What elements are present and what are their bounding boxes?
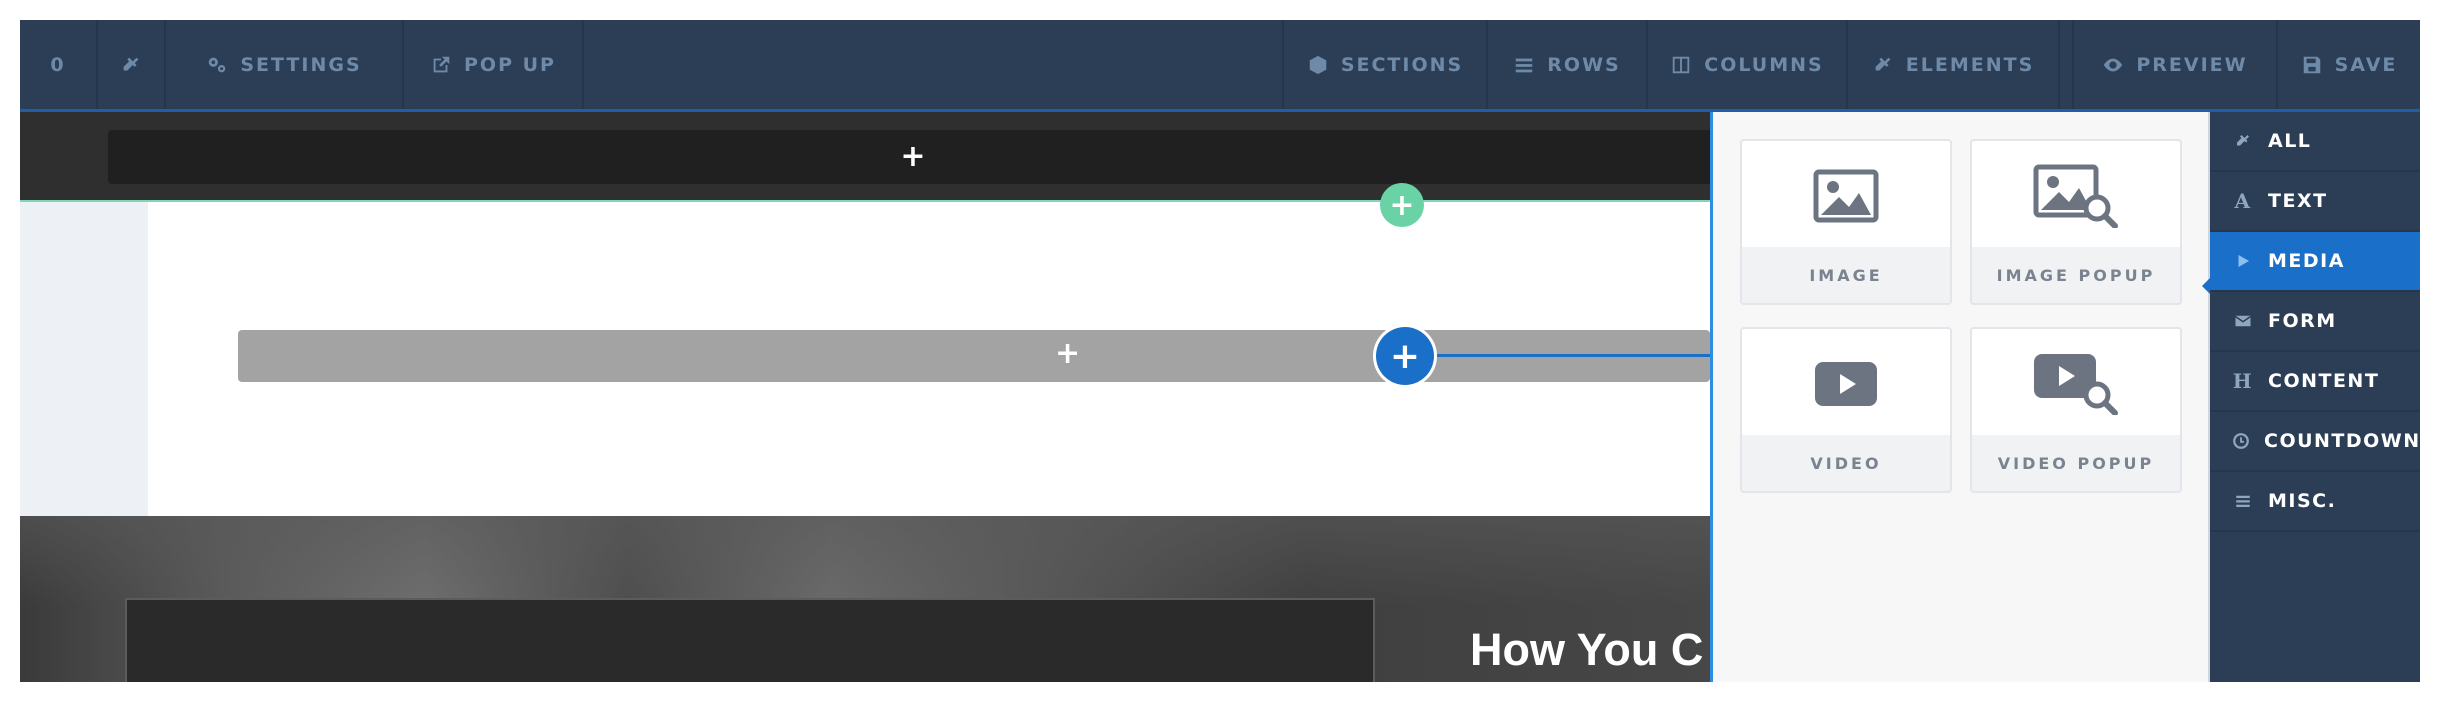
- insert-indicator-line: [1432, 354, 1712, 357]
- preview-button[interactable]: PREVIEW: [2072, 20, 2278, 109]
- element-category-sidebar: ALL A TEXT MEDIA FORM H CONTENT COUNTDOW…: [2210, 112, 2420, 682]
- toolbar-partial-button[interactable]: 0: [20, 20, 98, 109]
- category-label: TEXT: [2268, 190, 2328, 212]
- element-card-label: VIDEO: [1742, 435, 1950, 491]
- eye-icon: [2104, 58, 2123, 71]
- element-card-video[interactable]: VIDEO: [1740, 327, 1952, 493]
- page-margin-strip: [20, 202, 148, 516]
- category-misc[interactable]: MISC.: [2210, 472, 2420, 532]
- columns-label: COLUMNS: [1704, 53, 1824, 76]
- preview-label: PREVIEW: [2136, 53, 2248, 76]
- add-column-plus: +: [1389, 187, 1415, 223]
- category-media[interactable]: MEDIA: [2210, 232, 2420, 292]
- category-label: MISC.: [2268, 490, 2337, 512]
- element-card-label: IMAGE POPUP: [1972, 247, 2180, 303]
- category-content[interactable]: H CONTENT: [2210, 352, 2420, 412]
- settings-button[interactable]: SETTINGS: [166, 20, 404, 109]
- top-toolbar: 0 SETTINGS POP UP SECTIONS ROWS COLUMNS …: [20, 20, 2420, 112]
- element-card-label: IMAGE: [1742, 247, 1950, 303]
- sections-button[interactable]: SECTIONS: [1282, 20, 1488, 109]
- text-icon: A: [2234, 189, 2252, 213]
- external-link-icon: [433, 56, 450, 72]
- add-element-plus: +: [1389, 335, 1421, 377]
- rows-button[interactable]: ROWS: [1488, 20, 1648, 109]
- settings-label: SETTINGS: [240, 53, 362, 76]
- image-popup-icon: [1972, 141, 2180, 251]
- clock-icon: [2232, 432, 2250, 450]
- category-label: FORM: [2268, 310, 2337, 332]
- element-card-image[interactable]: IMAGE: [1740, 139, 1952, 305]
- video-popup-icon: [1972, 329, 2180, 439]
- gears-icon: [209, 57, 226, 72]
- category-form[interactable]: FORM: [2210, 292, 2420, 352]
- elements-label: ELEMENTS: [1905, 53, 2035, 76]
- category-label: COUNTDOWN: [2264, 430, 2420, 452]
- floppy-icon: [2303, 56, 2320, 73]
- columns-button[interactable]: COLUMNS: [1648, 20, 1848, 109]
- category-all[interactable]: ALL: [2210, 112, 2420, 172]
- category-label: MEDIA: [2268, 250, 2345, 272]
- category-text[interactable]: A TEXT: [2210, 172, 2420, 232]
- plug-icon: [1875, 55, 1891, 70]
- element-card-video-popup[interactable]: VIDEO POPUP: [1970, 327, 2182, 493]
- bars-icon: [2232, 492, 2254, 510]
- image-icon: [1742, 141, 1950, 251]
- popup-button[interactable]: POP UP: [404, 20, 584, 109]
- add-column-button[interactable]: +: [1380, 183, 1424, 227]
- cube-icon: [1309, 55, 1327, 74]
- plug-icon: [2232, 132, 2254, 150]
- add-row-plus: +: [1055, 336, 1081, 371]
- add-element-button[interactable]: +: [1376, 327, 1434, 385]
- play-icon: [2232, 252, 2254, 270]
- video-icon: [1742, 329, 1950, 439]
- rows-icon: [1516, 58, 1533, 72]
- category-countdown[interactable]: COUNTDOWN: [2210, 412, 2420, 472]
- popup-label: POP UP: [464, 53, 556, 76]
- rows-label: ROWS: [1547, 53, 1621, 76]
- category-label: ALL: [2268, 130, 2312, 152]
- heading-icon: H: [2232, 369, 2254, 393]
- save-label: SAVE: [2334, 53, 2398, 76]
- elements-button[interactable]: ELEMENTS: [1848, 20, 2060, 109]
- element-card-label: VIDEO POPUP: [1972, 435, 2180, 491]
- columns-icon: [1673, 56, 1690, 73]
- plugin-button[interactable]: [98, 20, 166, 109]
- category-label: CONTENT: [2268, 370, 2380, 392]
- save-button[interactable]: SAVE: [2278, 20, 2420, 109]
- element-card-image-popup[interactable]: IMAGE POPUP: [1970, 139, 2182, 305]
- background-image-overlay: [20, 516, 1710, 606]
- add-section-plus: +: [900, 139, 926, 174]
- toolbar-partial-glyph: 0: [50, 53, 66, 76]
- dark-content-box: [125, 598, 1375, 682]
- element-picker-panel: IMAGE IMAGE POPUP VIDEO VIDEO POPUP: [1710, 112, 2210, 682]
- plug-icon: [123, 55, 139, 70]
- section-headline: How You C: [1470, 624, 1704, 675]
- envelope-icon: [2232, 312, 2254, 330]
- sections-label: SECTIONS: [1340, 53, 1464, 76]
- add-section-bar[interactable]: +: [108, 130, 1718, 184]
- editor-frame: 0 SETTINGS POP UP SECTIONS ROWS COLUMNS …: [20, 20, 2420, 682]
